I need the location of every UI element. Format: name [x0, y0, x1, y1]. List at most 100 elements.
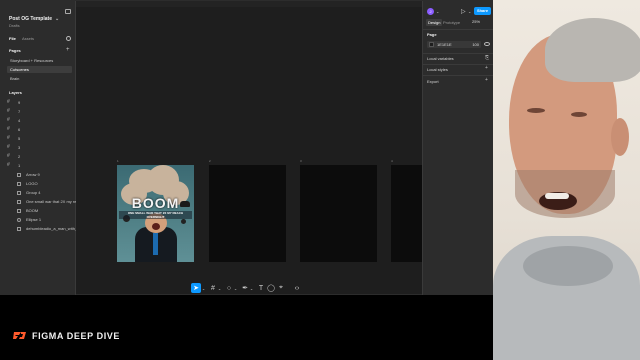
layers-title: Layers [9, 90, 22, 95]
frame-label[interactable]: 1 [117, 159, 119, 163]
frame-icon: # [7, 99, 10, 106]
layer-frame[interactable]: #2 [7, 153, 20, 160]
text-tool-icon[interactable]: T [256, 283, 266, 293]
tab-design[interactable]: Design [426, 19, 443, 26]
layer-label: 9 [18, 100, 21, 105]
chevron-down-icon[interactable]: ⌄ [468, 9, 471, 14]
chevron-down-icon[interactable]: ⌄ [217, 283, 222, 293]
group-icon [17, 190, 21, 195]
empty-frame-3[interactable] [300, 165, 377, 262]
tab-file[interactable]: File [9, 36, 16, 41]
hex-value[interactable]: 1E1E1E [437, 41, 452, 48]
pages-title: Pages [9, 48, 21, 53]
divider [423, 75, 495, 76]
move-tool-icon[interactable]: ➤ [191, 283, 201, 293]
user-avatar[interactable]: J [427, 8, 434, 15]
add-export-icon[interactable]: + [485, 77, 488, 83]
comment-tool-icon[interactable]: ◯ [266, 283, 276, 293]
actions-tool-icon[interactable]: ⌖ [276, 283, 286, 293]
text-icon [17, 199, 21, 204]
boom-poster-frame[interactable]: BOOM ONE SMALL WAR THAT 2X MY REACH OVER… [117, 165, 194, 262]
text-icon [17, 208, 21, 213]
layer-label: 2 [18, 154, 21, 159]
share-button[interactable]: Share [474, 7, 491, 15]
presenter-ear [611, 118, 629, 156]
tab-assets[interactable]: Assets [22, 36, 34, 41]
empty-frame-4[interactable] [391, 165, 422, 262]
ellipse-icon [17, 217, 21, 222]
layer-frame[interactable]: #7 [7, 108, 20, 115]
frame-icon: # [7, 135, 10, 142]
empty-frame-2[interactable] [209, 165, 286, 262]
frame-label[interactable]: 4 [391, 159, 393, 163]
chevron-down-icon[interactable]: ⌄ [233, 283, 238, 293]
layer-label: Group 4 [26, 190, 41, 195]
poster-subtitle: ONE SMALL WAR THAT 2X MY REACH OVERNIGHT [119, 211, 192, 219]
layer-label: Ellipse 1 [26, 217, 42, 222]
eye-icon[interactable] [484, 42, 490, 46]
hoodie-shadow [523, 246, 613, 286]
chevron-down-icon[interactable]: ⌄ [55, 16, 59, 22]
layer-label: LOGO [26, 181, 38, 186]
opacity-value[interactable]: 100 [472, 41, 479, 48]
frame-icon: # [7, 162, 10, 169]
background-color-field[interactable]: 1E1E1E 100 [427, 41, 481, 48]
add-style-icon[interactable]: + [485, 65, 488, 71]
color-swatch[interactable] [429, 42, 434, 47]
frame-label[interactable]: 2 [209, 159, 211, 163]
layer-child[interactable]: BOOM [17, 207, 38, 214]
layer-label: 4 [18, 118, 21, 123]
man-tie [153, 233, 158, 255]
search-icon[interactable] [66, 36, 71, 41]
frame-icon: # [7, 126, 10, 133]
layer-frame[interactable]: #9 [7, 99, 20, 106]
file-name[interactable]: Post OG Template ⌄ [9, 16, 59, 22]
layer-child[interactable]: Group 4 [17, 189, 40, 196]
layer-frame[interactable]: #6 [7, 126, 20, 133]
file-name-label: Post OG Template [9, 16, 52, 22]
page-item-storyboard[interactable]: Storyboard + Resources [7, 57, 72, 64]
frame-icon: # [7, 144, 10, 151]
left-panel: Post OG Template ⌄ Drafts File Assets Pag… [1, 1, 87, 296]
brand-title: FIGMA DEEP DIVE [32, 331, 121, 341]
divider [423, 29, 495, 30]
chevron-down-icon[interactable]: ⌄ [249, 283, 254, 293]
export-label: Export [427, 79, 439, 84]
layer-child[interactable]: LOGO [17, 180, 38, 187]
layer-child[interactable]: Ellipse 1 [17, 216, 41, 223]
present-icon[interactable]: ▷ [461, 8, 466, 15]
chevron-down-icon[interactable]: ⌄ [436, 9, 439, 14]
zoom-level[interactable]: 25% [472, 19, 480, 24]
local-variables-label[interactable]: Local variables [427, 56, 454, 61]
tab-prototype[interactable]: Prototype [441, 19, 462, 26]
layer-child[interactable]: Arrow 9 [17, 171, 40, 178]
layer-label: 7 [18, 109, 21, 114]
brand-bar [0, 295, 493, 360]
webcam-overlay [493, 0, 640, 360]
layer-label: 5 [18, 136, 21, 141]
page-item-cutscenes[interactable]: Cutscenes [7, 66, 72, 73]
divider [423, 53, 495, 54]
presenter-teeth [545, 193, 569, 199]
chevron-down-icon[interactable]: ⌄ [201, 283, 206, 293]
page-item-brain[interactable]: Brain [7, 75, 72, 82]
man-mouth [152, 223, 160, 230]
dev-mode-tool-icon[interactable]: ‹› [292, 283, 302, 293]
local-styles-label: Local styles [427, 67, 448, 72]
layer-label: BOOM [26, 208, 39, 213]
layer-frame[interactable]: #3 [7, 144, 20, 151]
layer-frame[interactable]: #1 [7, 162, 20, 169]
figma-app-window: Post OG Template ⌄ Drafts File Assets Pag… [0, 0, 495, 296]
bottom-toolbar: ➤ ⌄ # ⌄ ○ ⌄ ✒ ⌄ T ◯ ⌖ ‹› [188, 282, 306, 294]
variables-icon[interactable]: ⎘ [485, 55, 489, 61]
layer-frame[interactable]: #5 [7, 135, 20, 142]
left-tabs: File Assets [9, 36, 73, 43]
file-location: Drafts [9, 23, 20, 28]
layer-frame[interactable]: #4 [7, 117, 20, 124]
frame-label[interactable]: 3 [300, 159, 302, 163]
canvas[interactable]: 1 2 3 4 BOOM ONE SMALL WAR THAT 2X MY RE… [76, 7, 422, 294]
presenter-eye [571, 112, 587, 117]
sidebar-toggle-icon[interactable] [65, 9, 71, 14]
layer-label: 3 [18, 145, 21, 150]
add-page-icon[interactable]: + [66, 47, 70, 53]
